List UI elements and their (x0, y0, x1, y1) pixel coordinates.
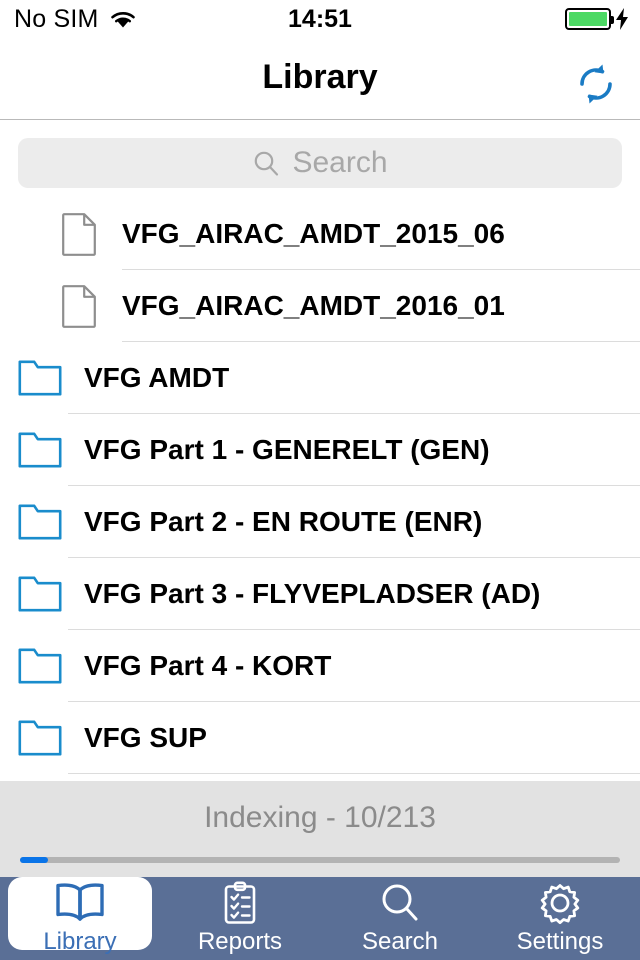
list-item-label: VFG_AIRAC_AMDT_2015_06 (122, 218, 505, 249)
list-item-file[interactable]: VFG_AIRAC_AMDT_2016_01 (0, 270, 640, 342)
list-item-label: VFG Part 3 - FLYVEPLADSER (AD) (84, 578, 541, 609)
folder-icon (18, 432, 62, 468)
tab-settings[interactable]: Settings (480, 877, 640, 960)
indexing-status-bar: Indexing - 10/213 (0, 781, 640, 877)
folder-icon (18, 720, 62, 756)
status-bar: No SIM 14:51 (0, 0, 640, 38)
refresh-icon[interactable] (572, 60, 620, 108)
status-bar-right (565, 0, 630, 38)
list-item-folder[interactable]: VFG SUP (0, 702, 640, 774)
lightning-bolt-icon (616, 8, 628, 30)
tab-reports[interactable]: Reports (160, 877, 320, 960)
search-input[interactable]: Search (18, 138, 622, 188)
list-item-folder[interactable]: VFG Part 4 - KORT (0, 630, 640, 702)
tab-label: Search (361, 928, 439, 955)
folder-icon (18, 360, 62, 396)
search-placeholder: Search (292, 146, 388, 179)
battery-icon (565, 8, 614, 30)
magnifier-icon (382, 884, 418, 921)
gear-icon (540, 884, 580, 925)
list-item-folder[interactable]: VFG AMDT (0, 342, 640, 414)
folder-icon (18, 576, 62, 612)
document-icon (62, 285, 96, 328)
indexing-progress-bar (20, 857, 620, 863)
search-icon (255, 151, 279, 176)
search-section: Search (0, 121, 640, 198)
list-item-label: VFG Part 1 - GENERELT (GEN) (84, 434, 490, 465)
list-item-folder[interactable]: VFG Part 2 - EN ROUTE (ENR) (0, 486, 640, 558)
book-icon (56, 883, 104, 921)
list-item-label: VFG Part 4 - KORT (84, 650, 332, 681)
list-item-folder[interactable]: VFG Part 3 - FLYVEPLADSER (AD) (0, 558, 640, 630)
tab-label: Library (43, 928, 117, 955)
tab-label: Settings (516, 928, 604, 955)
list-item-label: VFG Part 2 - EN ROUTE (ENR) (84, 506, 483, 537)
document-icon (62, 213, 96, 256)
app-root: No SIM 14:51 Library Search VFG_AIRAC_AM… (0, 0, 640, 960)
list-item-label: VFG SUP (84, 722, 207, 753)
list-item-label: VFG AMDT (84, 362, 230, 393)
list-item-file[interactable]: VFG_AIRAC_AMDT_2015_06 (0, 198, 640, 270)
tab-bar[interactable]: Library Reports Search Settings (0, 877, 640, 960)
tab-label: Reports (197, 928, 283, 955)
list-separator (68, 773, 640, 774)
folder-icon (18, 648, 62, 684)
clipboard-icon (224, 881, 256, 924)
tab-search[interactable]: Search (320, 877, 480, 960)
list-item-label: VFG_AIRAC_AMDT_2016_01 (122, 290, 505, 321)
indexing-label: Indexing - 10/213 (204, 801, 436, 834)
page-title: Library (262, 58, 378, 96)
list-item-folder[interactable]: VFG Part 1 - GENERELT (GEN) (0, 414, 640, 486)
folder-icon (18, 504, 62, 540)
library-list[interactable]: VFG_AIRAC_AMDT_2015_06 VFG_AIRAC_AMDT_201… (0, 198, 640, 781)
tab-library[interactable]: Library (0, 877, 160, 960)
clock-label: 14:51 (288, 5, 352, 33)
nav-bar: Library (0, 38, 640, 120)
indexing-progress-fill (20, 857, 49, 863)
